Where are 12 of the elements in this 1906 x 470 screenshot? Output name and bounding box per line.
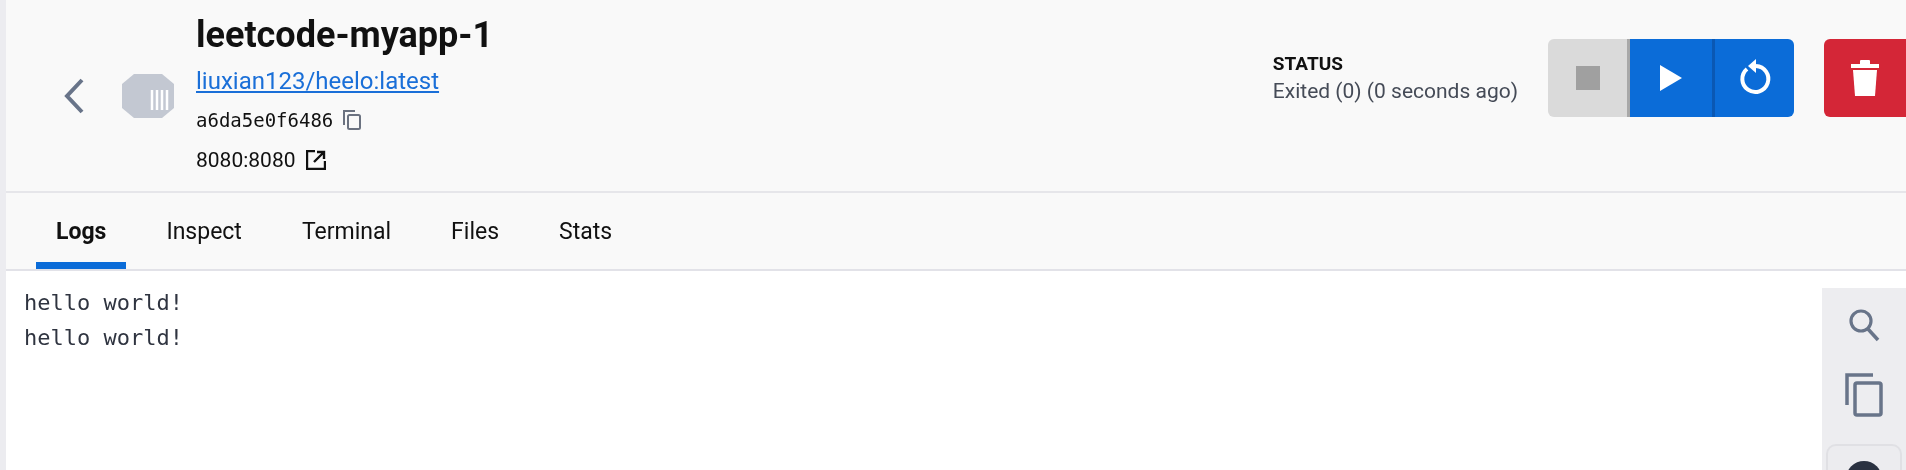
log-line: hello world! bbox=[24, 324, 184, 352]
image-link[interactable]: liuxian123/heelo:latest bbox=[196, 66, 440, 95]
container-name: leetcode-myapp-1 bbox=[196, 12, 494, 58]
log-line: hello world! bbox=[24, 289, 184, 317]
tab[interactable]: Terminal bbox=[281, 193, 412, 269]
status-label: STATUS bbox=[1272, 52, 1344, 75]
tab[interactable]: Inspect bbox=[146, 193, 262, 269]
tab[interactable]: Stats bbox=[539, 193, 633, 269]
port-mapping[interactable]: 8080:8080 bbox=[196, 143, 296, 176]
container-id: a6da5e0f6486 bbox=[196, 107, 334, 133]
tab[interactable]: Files bbox=[431, 193, 520, 269]
status-value: Exited (0) (0 seconds ago) bbox=[1272, 79, 1518, 103]
